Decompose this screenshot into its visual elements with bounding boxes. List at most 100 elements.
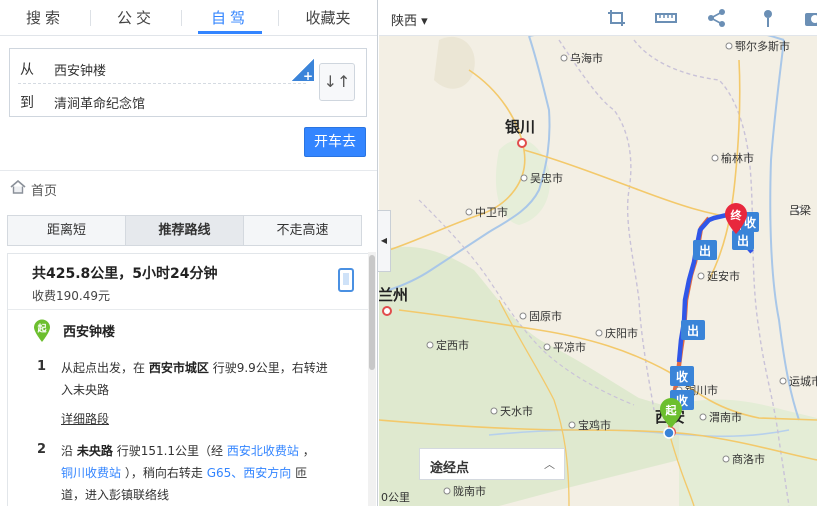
- swap-button[interactable]: ↓↑: [319, 63, 355, 101]
- left-panel: 搜索 公交 自驾 收藏夹 从 西安钟楼 + 到 清涧革命纪念馆 ↓↑ 开车去 首…: [0, 0, 378, 506]
- map-app: 搜索 公交 自驾 收藏夹 从 西安钟楼 + 到 清涧革命纪念馆 ↓↑ 开车去 首…: [0, 0, 817, 506]
- city-eerduosi: 鄂尔多斯市: [735, 39, 790, 53]
- waypoints-panel[interactable]: 途经点 ︿: [419, 448, 565, 480]
- strategy-no-highway[interactable]: 不走高速: [244, 216, 361, 245]
- step-number: 2: [37, 442, 47, 457]
- city-wuhai: 乌海市: [570, 51, 603, 65]
- drive-button[interactable]: 开车去: [304, 127, 366, 157]
- city-weinan: 渭南市: [709, 410, 742, 424]
- tab-drive[interactable]: 自驾: [182, 0, 278, 35]
- collapse-panel-button[interactable]: ◀: [378, 210, 391, 272]
- map-scale: 0公里: [381, 491, 410, 504]
- step-1-line-1: 从起点出发，在 西安市城区 行驶9.9公里，右转进: [61, 359, 328, 376]
- step-text: 行驶9.9公里，右转进: [212, 361, 328, 375]
- route-sign-toll[interactable]: 收: [670, 366, 694, 386]
- road-link[interactable]: G65、西安方向: [207, 466, 292, 480]
- step-text: 行驶151.1公里（经: [116, 444, 224, 458]
- step-road: 未央路: [76, 444, 113, 458]
- strategy-shortest[interactable]: 距离短: [8, 216, 125, 245]
- city-yulin: 榆林市: [721, 151, 754, 165]
- city-tianshui: 天水市: [500, 404, 533, 418]
- route-toll: 收费190.49元: [32, 289, 110, 303]
- chevron-left-icon: ◀: [380, 236, 388, 245]
- from-input[interactable]: 西安钟楼: [54, 60, 106, 79]
- city-guyuan: 固原市: [529, 309, 562, 323]
- step-road: 西安市城区: [148, 361, 209, 375]
- route-strategy-tabs: 距离短 推荐路线 不走高速: [7, 215, 362, 246]
- start-name: 西安钟楼: [63, 325, 116, 340]
- chevron-up-icon[interactable]: ︿: [544, 456, 555, 472]
- region-name: 陕西: [391, 14, 418, 29]
- crop-icon[interactable]: [606, 8, 628, 28]
- route-input-box: 从 西安钟楼 + 到 清涧革命纪念馆 ↓↑: [9, 48, 367, 117]
- step-1-line-2: 入未央路: [61, 383, 110, 397]
- plus-icon: +: [302, 69, 313, 83]
- scrollbar-thumb[interactable]: [369, 255, 375, 370]
- ruler-icon[interactable]: [655, 8, 677, 28]
- strategy-recommended[interactable]: 推荐路线: [126, 216, 243, 245]
- step-text: 从起点出发，在: [61, 361, 146, 375]
- share-icon[interactable]: [706, 8, 728, 28]
- city-lanzhou: 兰州: [379, 286, 408, 304]
- step-text: ，: [302, 444, 315, 458]
- tab-favorites[interactable]: 收藏夹: [279, 0, 377, 35]
- result-scrollbar[interactable]: [368, 252, 376, 506]
- camera-icon[interactable]: [804, 8, 817, 28]
- start-pin-text: 起: [36, 323, 47, 335]
- city-lvliang: 吕梁: [789, 203, 811, 217]
- city-yanan: 延安市: [707, 269, 740, 283]
- start-pin-icon: 起: [34, 319, 50, 342]
- pin-icon[interactable]: [757, 8, 779, 28]
- city-yuncheng: 运城市: [789, 374, 817, 388]
- step-2-line-1: 沿 未央路 行驶151.1公里（经 西安北收费站 ，: [61, 442, 315, 459]
- to-input[interactable]: 清涧革命纪念馆: [54, 93, 145, 112]
- route-result: 共425.8公里，5小时24分钟 收费190.49元 起 西安钟楼 1 从起点出…: [7, 253, 369, 506]
- tab-transit[interactable]: 公交: [91, 0, 181, 35]
- start-pin-text: 起: [665, 403, 678, 417]
- step-text: ），稍向右转走: [124, 466, 203, 480]
- active-tab-indicator: [198, 31, 262, 34]
- region-selector[interactable]: 陕西 ▾: [391, 10, 428, 29]
- from-label: 从: [20, 62, 34, 78]
- city-longnan: 陇南市: [453, 484, 486, 498]
- step-2-line-3: 道，进入彭镇联络线: [61, 488, 170, 502]
- breadcrumb: 首页: [0, 170, 377, 204]
- map-toolbar: 陕西 ▾: [379, 0, 817, 36]
- city-dingxi: 定西市: [436, 338, 469, 352]
- send-to-phone-icon[interactable]: [338, 268, 354, 292]
- route-sign-exit[interactable]: 出: [681, 320, 705, 340]
- end-pin-text: 终: [731, 208, 743, 222]
- step-text: 沿: [61, 444, 74, 458]
- from-divider: [18, 83, 306, 84]
- map-view[interactable]: 乌海市 鄂尔多斯市 银川 榆林市 吴忠市 中卫市 吕梁 延安市 兰州 固原市 庆…: [379, 0, 817, 506]
- breadcrumb-home-link[interactable]: 首页: [31, 180, 57, 199]
- sign-text: 出: [737, 233, 749, 248]
- city-pingliang: 平凉市: [553, 340, 586, 354]
- map-desert-area: [434, 36, 475, 89]
- tab-search[interactable]: 搜索: [0, 0, 90, 35]
- toll-station-link[interactable]: 西安北收费站: [227, 444, 299, 458]
- city-yinchuan: 银川: [505, 118, 535, 136]
- toll-station-link[interactable]: 铜川收费站: [61, 466, 121, 480]
- city-baoji: 宝鸡市: [578, 418, 611, 432]
- route-distance-time: 共425.8公里，5小时24分钟: [32, 266, 218, 282]
- city-zhongwei: 中卫市: [475, 205, 508, 219]
- waypoints-label: 途经点: [430, 461, 470, 476]
- step-2-line-2: 铜川收费站 ），稍向右转走 G65、西安方向 匝: [61, 464, 307, 481]
- mode-tabs: 搜索 公交 自驾 收藏夹: [0, 0, 377, 36]
- city-wuzhong: 吴忠市: [530, 171, 563, 185]
- sign-text: 出: [687, 323, 699, 338]
- swap-icon: ↓↑: [323, 72, 351, 91]
- home-icon[interactable]: [10, 180, 26, 194]
- city-shangluo: 商洛市: [732, 452, 765, 466]
- step-number: 1: [37, 359, 47, 374]
- sign-text: 收: [676, 369, 688, 384]
- step-text: 匝: [295, 466, 308, 480]
- add-waypoint-button[interactable]: +: [292, 59, 314, 83]
- detail-segment-link[interactable]: 详细路段: [61, 410, 109, 427]
- sign-text: 出: [699, 243, 711, 258]
- to-label: 到: [20, 95, 34, 111]
- map-canvas[interactable]: 乌海市 鄂尔多斯市 银川 榆林市 吴忠市 中卫市 吕梁 延安市 兰州 固原市 庆…: [379, 0, 817, 506]
- route-sign-exit[interactable]: 出: [693, 240, 717, 260]
- city-qingyang: 庆阳市: [605, 326, 638, 340]
